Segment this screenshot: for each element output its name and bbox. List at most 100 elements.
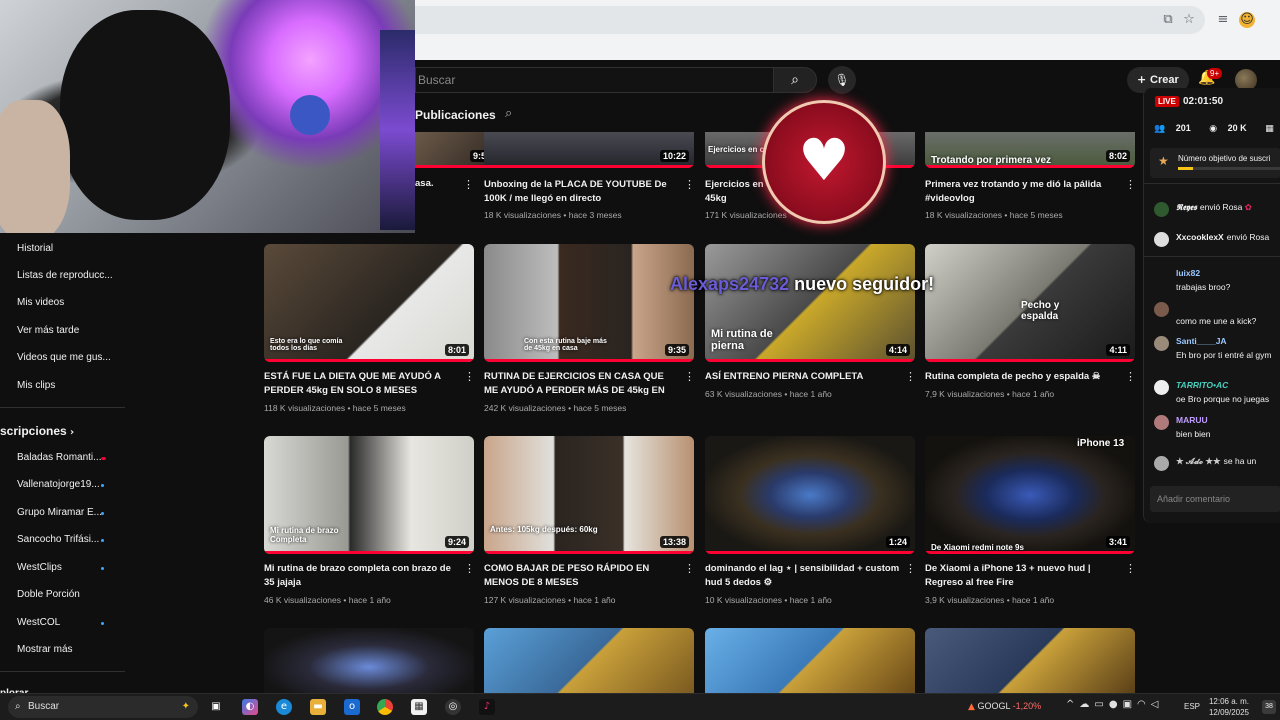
chat-author[interactable]: luix82 [1176,268,1200,278]
keyboard-language[interactable]: ESP [1184,702,1200,711]
chat-author[interactable]: XxcooklexX [1176,232,1224,242]
more-options-icon[interactable]: ⋮ [905,370,916,383]
bookmark-star-icon[interactable]: ☆ [1181,12,1197,28]
task-view-icon[interactable]: ▣ [208,699,224,715]
more-options-icon[interactable]: ⋮ [1125,562,1136,575]
new-content-dot-icon [101,539,104,542]
sidebar-sub-doble-porcion[interactable]: Doble Porción [17,589,117,600]
video-title[interactable]: De Xiaomi a iPhone 13 + nuevo hud | Regr… [925,562,1121,590]
more-options-icon[interactable]: ⋮ [905,562,916,575]
video-title[interactable]: Mi rutina de brazo completa con brazo de… [264,562,460,590]
video-title[interactable]: asa. [415,178,434,189]
chrome-icon[interactable] [377,699,393,715]
chat-author[interactable]: MARUU [1176,415,1208,425]
stock-ticker[interactable]: ▲ GOOGL -1,20% [968,701,1041,712]
video-thumbnail[interactable] [705,628,915,693]
search-input[interactable]: Buscar [415,67,773,93]
taskbar-clock[interactable]: 12:06 a. m. 12/09/2025 [1207,696,1249,718]
address-bar[interactable] [415,6,1205,34]
sparkle-icon: ✦ [181,701,190,712]
obs-icon[interactable]: ◎ [445,699,461,715]
video-thumbnail[interactable]: Mi rutina de brazo Completa 9:24 [264,436,474,554]
video-title[interactable]: ASÍ ENTRENO PIERNA COMPLETA [705,370,901,384]
sidebar-item-history[interactable]: Historial [17,243,117,254]
chat-author[interactable]: 𝕽𝖊𝖞𝖊𝖘 [1176,202,1197,212]
chat-avatar[interactable] [1154,302,1169,317]
video-title[interactable]: Rutina completa de pecho y espalda ☠ [925,370,1121,384]
video-thumbnail[interactable]: Mi rutina de pierna 4:14 [705,244,915,362]
tab-posts[interactable]: Publicaciones [415,108,496,122]
channel-search-icon[interactable]: ⌕ [505,106,512,121]
edge-icon[interactable]: e [276,699,292,715]
chat-comment-input[interactable]: Añadir comentario [1150,486,1280,512]
more-options-icon[interactable]: ⋮ [684,370,695,383]
taskbar-search[interactable]: ⌕ Buscar ✦ [8,696,198,718]
chat-author[interactable]: TARRITO•AC [1176,380,1228,390]
video-title[interactable]: RUTINA DE EJERCICIOS EN CASA QUE ME AYUD… [484,370,680,398]
sidebar-item-watch-later[interactable]: Ver más tarde [17,325,117,336]
copilot-icon[interactable]: ◐ [242,699,258,715]
video-thumbnail[interactable] [925,628,1135,693]
new-content-dot-icon [101,622,104,625]
chat-avatar[interactable] [1154,380,1169,395]
video-thumbnail[interactable]: 1:24 [705,436,915,554]
system-tray[interactable]: ^☁▭●▣◠◁ [1066,699,1163,710]
chevron-right-icon: › [70,427,75,438]
chat-avatar[interactable] [1154,456,1169,471]
new-content-dot-icon [101,512,104,515]
more-options-icon[interactable]: ⋮ [464,562,475,575]
chat-avatar[interactable] [1154,202,1169,217]
clock-date: 12/09/2025 [1208,708,1249,717]
more-options-icon[interactable]: ⋮ [1125,178,1136,191]
subscriptions-heading[interactable]: scripciones › [0,424,74,438]
chat-avatar[interactable] [1154,232,1169,247]
chat-author[interactable]: ★ 𝓐𝓭𝓸 ★★ [1176,456,1221,466]
chat-author[interactable]: Santi____JA [1176,336,1227,346]
video-thumbnail[interactable]: Pecho y espalda 4:11 [925,244,1135,362]
tiktok-icon[interactable]: ♪ [479,699,495,715]
chat-avatar[interactable] [1154,415,1169,430]
search-button[interactable]: ⌕ [773,67,817,93]
video-thumbnail[interactable]: Trotando por primera vez 8:02 [925,132,1135,168]
video-thumbnail[interactable]: 10:22 [484,132,694,168]
chat-avatar[interactable] [1154,336,1169,351]
video-title[interactable]: dominando el lag ⋆ | sensibilidad + cust… [705,562,901,590]
video-thumbnail[interactable]: Con esta rutina baje más de 45kg en casa… [484,244,694,362]
reading-list-icon[interactable]: ≡ [1215,12,1231,28]
sidebar-item-liked-videos[interactable]: Videos que me gus... [17,352,117,363]
cast-icon[interactable]: ⧉ [1160,12,1176,28]
chat-stats: 👥 201 ◉ 20 K ▦ 38 [1154,123,1280,134]
rose-icon: ✿ [1244,203,1252,213]
store-icon[interactable]: ▦ [411,699,427,715]
video-thumbnail[interactable]: Antes: 105kg después: 60kg 13:38 [484,436,694,554]
video-thumbnail[interactable]: Esto era lo que comía todos los días 8:0… [264,244,474,362]
more-options-icon[interactable]: ⋮ [463,178,474,191]
more-options-icon[interactable]: ⋮ [464,370,475,383]
video-thumbnail[interactable] [484,628,694,693]
file-explorer-icon[interactable]: ▬ [310,699,326,715]
video-thumbnail[interactable]: De Xiaomi redmi note 9s iPhone 13 3:41 [925,436,1135,554]
more-options-icon[interactable]: ⋮ [684,178,695,191]
chart-icon: ▲ [968,702,975,712]
profile-icon[interactable]: ☺ [1239,12,1255,28]
sidebar-item-my-videos[interactable]: Mis videos [17,297,117,308]
video-duration: 9:24 [444,536,469,548]
watch-progress-bar [705,551,915,554]
subscriber-goal[interactable]: ★ Número objetivo de suscri [1150,148,1280,178]
video-meta: 242 K visualizaciones • hace 5 meses [484,403,627,413]
more-options-icon[interactable]: ⋮ [1125,370,1136,383]
video-thumbnail[interactable] [264,628,474,693]
sidebar-item-my-clips[interactable]: Mis clips [17,380,117,391]
sidebar-show-more[interactable]: Mostrar más [17,644,117,655]
video-title[interactable]: Unboxing de la PLACA DE YOUTUBE De 100K … [484,178,680,206]
video-title[interactable]: Primera vez trotando y me dió la pálida … [925,178,1121,206]
notification-count[interactable]: 38 [1262,700,1276,714]
voice-search-button[interactable]: 🎙 [828,66,856,94]
video-title[interactable]: ESTÁ FUE LA DIETA QUE ME AYUDÓ A PERDER … [264,370,460,398]
plus-icon: + [1137,73,1151,86]
more-options-icon[interactable]: ⋮ [684,562,695,575]
video-title[interactable]: COMO BAJAR DE PESO RÁPIDO EN MENOS DE 8 … [484,562,680,590]
outlook-icon[interactable]: o [344,699,360,715]
thumbnail-caption: Pecho y espalda [1021,300,1060,322]
sidebar-item-playlists[interactable]: Listas de reproducc... [17,270,117,281]
